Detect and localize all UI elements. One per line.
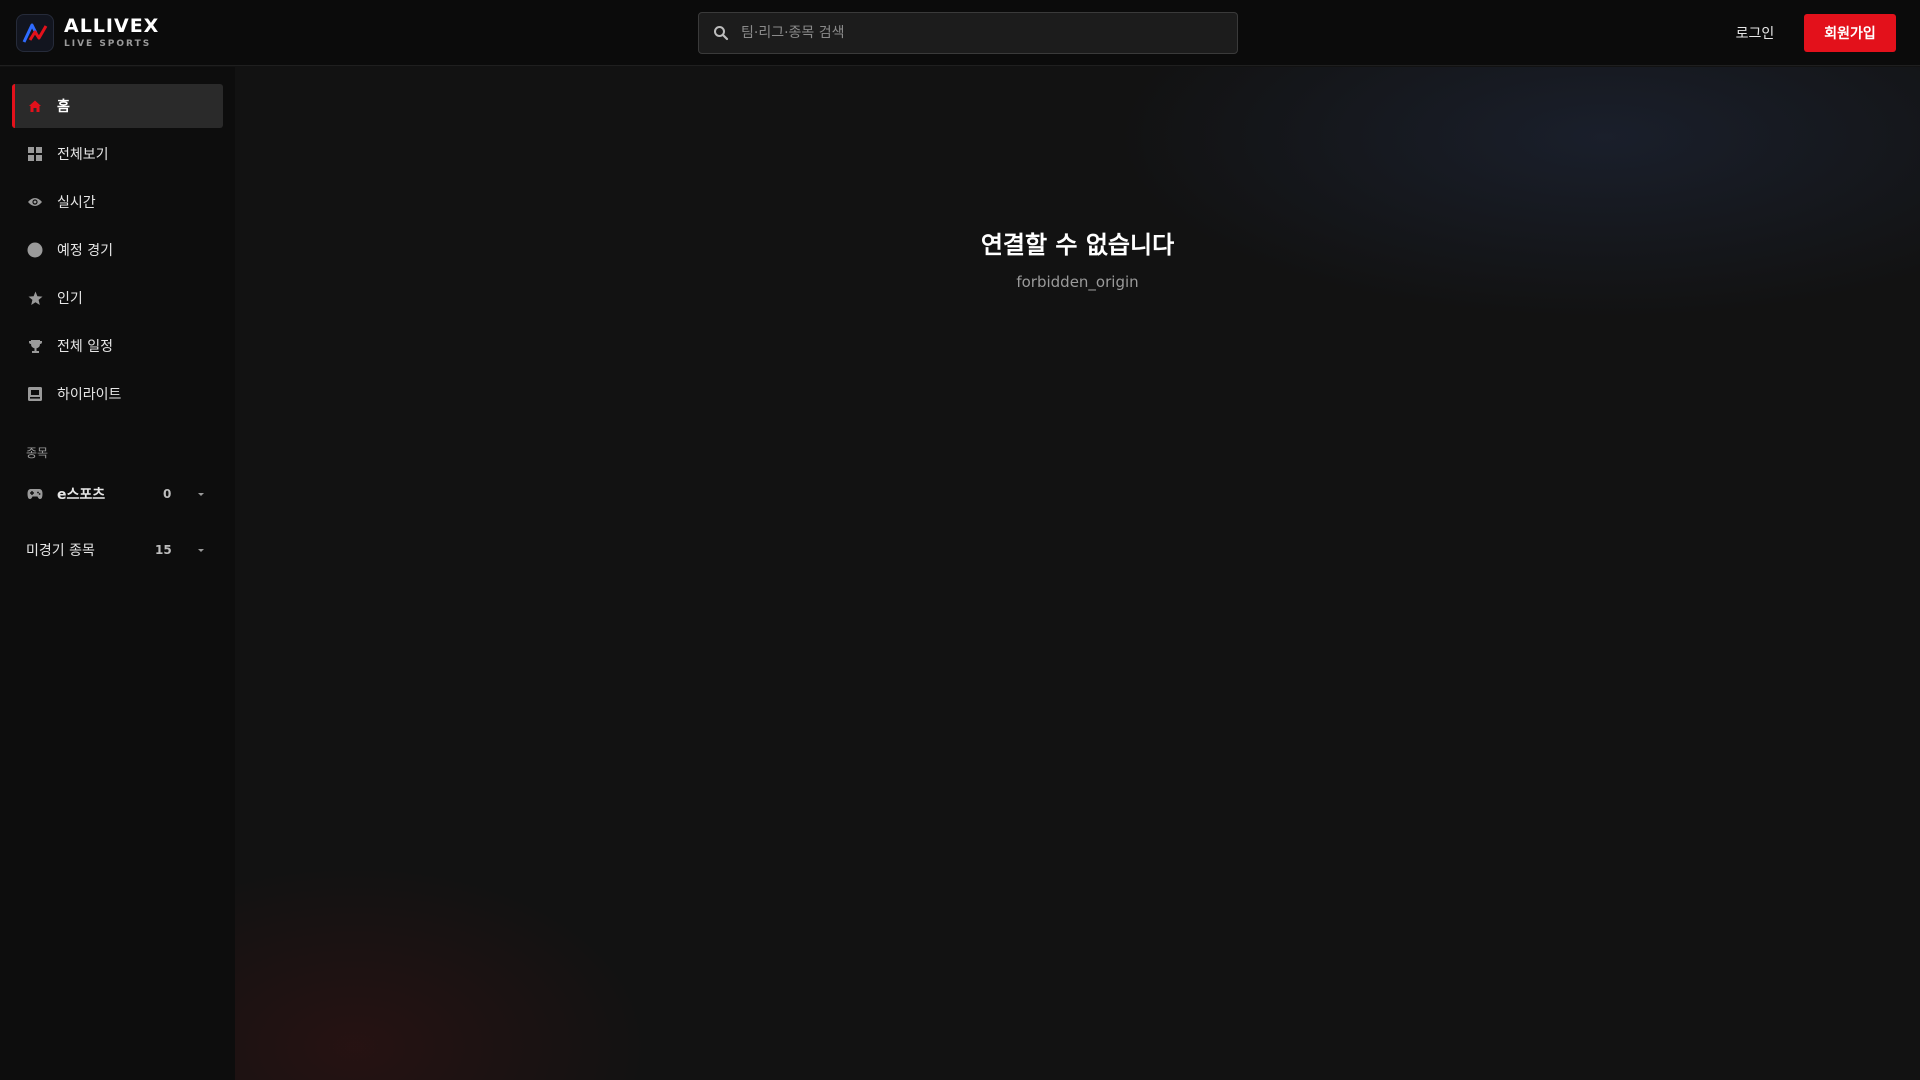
category-count: 15 bbox=[155, 543, 172, 557]
search-icon bbox=[714, 26, 729, 41]
sidebar-item-all[interactable]: 전체보기 bbox=[12, 132, 223, 176]
eye-icon bbox=[27, 194, 43, 210]
sidebar-item-label: 실시간 bbox=[57, 195, 96, 211]
sidebar-item-upcoming[interactable]: 예정 경기 bbox=[12, 228, 223, 272]
film-icon bbox=[27, 386, 43, 402]
top-bar: ALLIVEX LIVE SPORTS 로그인 회원가입 bbox=[0, 0, 1920, 66]
chevron-down-icon[interactable] bbox=[196, 545, 206, 555]
sidebar-item-highlights[interactable]: 하이라이트 bbox=[12, 372, 223, 416]
home-icon bbox=[27, 98, 43, 114]
sidebar-item-label: 홈 bbox=[57, 99, 70, 115]
sidebar-item-home[interactable]: 홈 bbox=[12, 84, 223, 128]
brand-name: ALLIVEX bbox=[64, 15, 160, 37]
category-count: 0 bbox=[163, 487, 172, 501]
error-title: 연결할 수 없습니다 bbox=[980, 231, 1175, 259]
grid-icon bbox=[27, 146, 43, 162]
error-detail: forbidden_origin bbox=[1016, 273, 1139, 291]
sidebar-item-label: 하이라이트 bbox=[57, 387, 122, 403]
brand-tagline: LIVE SPORTS bbox=[64, 39, 152, 49]
star-icon bbox=[27, 290, 43, 306]
main-content: 연결할 수 없습니다 forbidden_origin bbox=[235, 67, 1920, 1080]
category-esports[interactable]: e스포츠 0 bbox=[12, 474, 223, 514]
category-label: e스포츠 bbox=[57, 487, 106, 503]
logo-mark-icon bbox=[16, 14, 54, 52]
signup-button[interactable]: 회원가입 bbox=[1804, 14, 1896, 52]
sidebar-item-schedule[interactable]: 전체 일정 bbox=[12, 324, 223, 368]
chevron-down-icon[interactable] bbox=[196, 489, 206, 499]
sidebar-item-popular[interactable]: 인기 bbox=[12, 276, 223, 320]
login-button[interactable]: 로그인 bbox=[1720, 20, 1790, 46]
category-label: 미경기 종목 bbox=[26, 543, 95, 559]
sports-section-title: 종목 bbox=[26, 446, 49, 460]
circle-icon bbox=[27, 242, 43, 258]
search-box[interactable] bbox=[698, 12, 1238, 54]
gamepad-icon bbox=[27, 486, 43, 502]
sidebar: 홈 전체보기 실시간 예정 경기 인기 전체 일정 하이라이트 종목 e스포츠 … bbox=[0, 67, 235, 1080]
sidebar-item-live[interactable]: 실시간 bbox=[12, 180, 223, 224]
trophy-icon bbox=[27, 338, 43, 354]
category-other-sports[interactable]: 미경기 종목 15 bbox=[12, 530, 223, 570]
sidebar-item-label: 예정 경기 bbox=[57, 243, 113, 259]
sidebar-item-label: 전체 일정 bbox=[57, 339, 113, 355]
search-input[interactable] bbox=[741, 13, 1237, 53]
sidebar-item-label: 인기 bbox=[57, 291, 83, 307]
sidebar-item-label: 전체보기 bbox=[57, 147, 109, 163]
brand-logo[interactable]: ALLIVEX LIVE SPORTS bbox=[16, 13, 166, 53]
